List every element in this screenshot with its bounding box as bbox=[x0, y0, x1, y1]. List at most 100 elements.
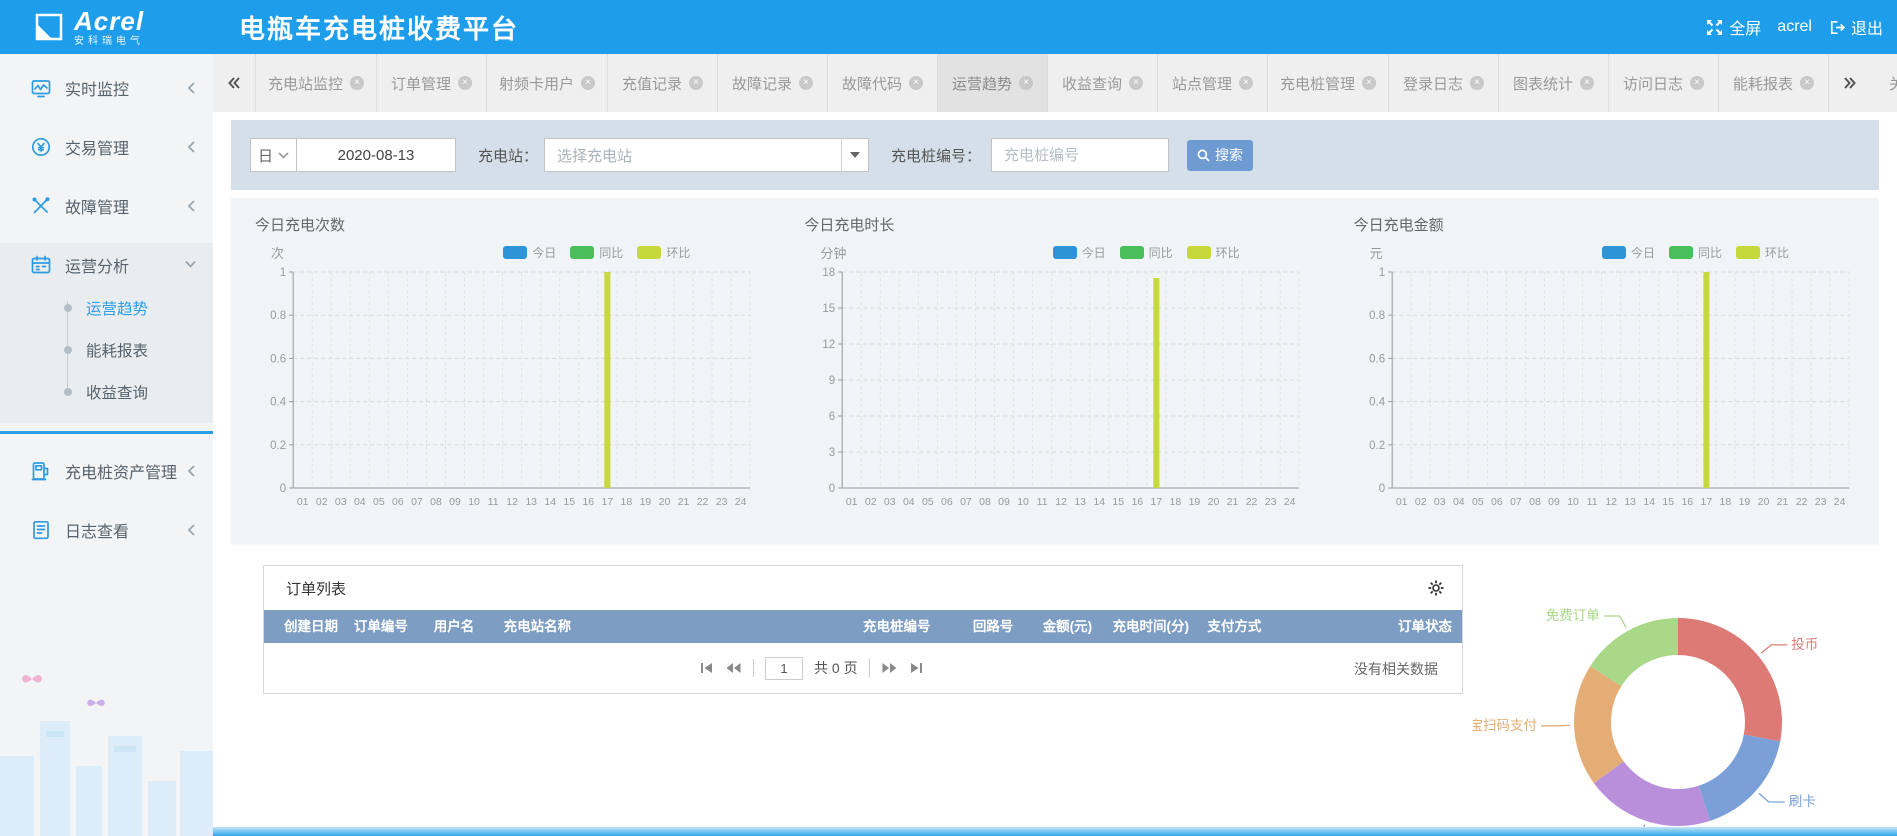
tab-close-icon[interactable]: × bbox=[1239, 76, 1253, 90]
tab-close-icon[interactable]: × bbox=[689, 76, 703, 90]
tab-close-icon[interactable]: × bbox=[350, 76, 364, 90]
sidebar-subitem-3-1[interactable]: 能耗报表 bbox=[0, 329, 213, 371]
svg-text:01: 01 bbox=[1395, 496, 1407, 508]
next-page-button[interactable] bbox=[881, 661, 898, 675]
tab-item-6[interactable]: 运营趋势× bbox=[938, 54, 1048, 112]
svg-text:付宝扫码支付: 付宝扫码支付 bbox=[1473, 718, 1537, 733]
legend-item[interactable]: 环比 bbox=[1187, 244, 1240, 261]
svg-text:21: 21 bbox=[1776, 496, 1788, 508]
double-chevron-right-icon bbox=[1843, 76, 1857, 90]
dropdown-button[interactable] bbox=[841, 139, 868, 171]
fullscreen-button[interactable]: 全屏 bbox=[1706, 15, 1761, 39]
logout-button[interactable]: 退出 bbox=[1828, 15, 1883, 39]
username[interactable]: acrel bbox=[1777, 18, 1812, 36]
donut-plot: 投币刷卡微信扫码支付付宝扫码支付免费订单 bbox=[1473, 589, 1883, 830]
svg-text:23: 23 bbox=[1814, 496, 1826, 508]
sidebar-item-3[interactable]: 运营分析 bbox=[0, 243, 213, 287]
sidebar-item-5[interactable]: 日志查看 bbox=[0, 508, 213, 552]
tab-close-icon[interactable]: × bbox=[799, 76, 813, 90]
sidebar-subitem-label: 运营趋势 bbox=[86, 297, 148, 319]
tabs-scroll-left-button[interactable] bbox=[213, 54, 255, 112]
station-select[interactable]: 选择充电站 bbox=[544, 138, 869, 172]
payment-type-donut-chart: 投币刷卡微信扫码支付付宝扫码支付免费订单 bbox=[1473, 589, 1893, 830]
station-label: 充电站： bbox=[478, 145, 538, 166]
tab-item-13[interactable]: 能耗报表× bbox=[1719, 54, 1829, 112]
svg-text:03: 03 bbox=[884, 496, 896, 508]
tab-close-icon[interactable]: × bbox=[1129, 76, 1143, 90]
tabs-scroll-right-button[interactable] bbox=[1829, 54, 1871, 112]
column-header-6: 金额(元) bbox=[1043, 610, 1113, 643]
svg-text:09: 09 bbox=[449, 496, 461, 508]
svg-text:24: 24 bbox=[735, 496, 747, 508]
pagination: 共 0 页 没有相关数据 bbox=[264, 643, 1462, 693]
tab-close-icon[interactable]: × bbox=[1690, 76, 1704, 90]
svg-text:免费订单: 免费订单 bbox=[1546, 608, 1600, 623]
sidebar-item-1[interactable]: 交易管理 bbox=[0, 125, 213, 169]
tab-label: 收益查询 bbox=[1062, 73, 1122, 94]
legend-item[interactable]: 同比 bbox=[570, 244, 623, 261]
tab-item-5[interactable]: 故障代码× bbox=[828, 54, 938, 112]
tab-item-8[interactable]: 站点管理× bbox=[1158, 54, 1268, 112]
charging-pile-icon bbox=[30, 460, 52, 482]
sidebar-item-4[interactable]: 充电桩资产管理 bbox=[0, 449, 213, 493]
svg-text:04: 04 bbox=[903, 496, 915, 508]
tab-item-0[interactable]: 充电站监控× bbox=[255, 54, 377, 112]
tab-item-2[interactable]: 射频卡用户× bbox=[487, 54, 608, 112]
tab-item-9[interactable]: 充电桩管理× bbox=[1268, 54, 1389, 112]
svg-text:14: 14 bbox=[1094, 496, 1106, 508]
tab-item-10[interactable]: 登录日志× bbox=[1389, 54, 1499, 112]
tab-close-icon[interactable]: × bbox=[1800, 76, 1814, 90]
last-page-button[interactable] bbox=[909, 661, 924, 675]
tab-close-icon[interactable]: × bbox=[1470, 76, 1484, 90]
svg-text:15: 15 bbox=[1662, 496, 1674, 508]
tab-item-7[interactable]: 收益查询 × bbox=[1048, 54, 1158, 112]
sidebar-subitem-3-0[interactable]: 运营趋势 bbox=[0, 287, 213, 329]
search-button[interactable]: 搜索 bbox=[1187, 140, 1253, 171]
tab-item-4[interactable]: 故障记录× bbox=[718, 54, 828, 112]
legend-item[interactable]: 今日 bbox=[503, 244, 556, 261]
tab-label: 访问日志 bbox=[1623, 73, 1683, 94]
tab-close-icon[interactable]: × bbox=[1362, 76, 1376, 90]
tab-close-icon[interactable]: × bbox=[1580, 76, 1594, 90]
sidebar-subitem-3-2[interactable]: 收益查询 bbox=[0, 371, 213, 413]
svg-text:06: 06 bbox=[941, 496, 953, 508]
close-operations-menu[interactable]: 关闭操作 bbox=[1871, 54, 1897, 112]
page-input[interactable] bbox=[765, 657, 803, 680]
legend-item[interactable]: 今日 bbox=[1602, 244, 1655, 261]
station-placeholder: 选择充电站 bbox=[545, 145, 841, 166]
svg-text:03: 03 bbox=[1434, 496, 1446, 508]
tab-label: 图表统计 bbox=[1513, 73, 1573, 94]
tab-item-11[interactable]: 图表统计 × bbox=[1499, 54, 1609, 112]
svg-text:投币: 投币 bbox=[1791, 637, 1818, 652]
divider bbox=[869, 659, 870, 677]
svg-text:13: 13 bbox=[525, 496, 537, 508]
svg-text:02: 02 bbox=[1415, 496, 1427, 508]
legend-item[interactable]: 同比 bbox=[1669, 244, 1722, 261]
fullscreen-icon bbox=[1706, 19, 1723, 36]
legend-item[interactable]: 今日 bbox=[1053, 244, 1106, 261]
tab-close-icon[interactable]: × bbox=[1019, 76, 1033, 90]
svg-text:18: 18 bbox=[1170, 496, 1182, 508]
svg-text:11: 11 bbox=[1586, 496, 1597, 508]
sidebar-item-2[interactable]: 故障管理 bbox=[0, 184, 213, 228]
svg-text:04: 04 bbox=[1453, 496, 1465, 508]
sidebar-item-label: 日志查看 bbox=[65, 518, 129, 542]
date-input[interactable]: 2020-08-13 bbox=[296, 138, 456, 172]
gear-icon[interactable] bbox=[1428, 580, 1444, 596]
period-select[interactable]: 日 bbox=[250, 138, 297, 172]
legend-item[interactable]: 同比 bbox=[1120, 244, 1173, 261]
tab-close-icon[interactable]: × bbox=[458, 76, 472, 90]
previous-page-button[interactable] bbox=[725, 661, 742, 675]
tab-item-1[interactable]: 订单管理× bbox=[377, 54, 487, 112]
tab-close-icon[interactable]: × bbox=[909, 76, 923, 90]
tab-close-icon[interactable]: × bbox=[581, 76, 595, 90]
pile-number-input[interactable] bbox=[991, 138, 1169, 172]
tab-item-12[interactable]: 访问日志 × bbox=[1609, 54, 1719, 112]
svg-text:3: 3 bbox=[829, 447, 835, 459]
sidebar-item-0[interactable]: 实时监控 bbox=[0, 66, 213, 110]
first-page-button[interactable] bbox=[699, 661, 714, 675]
legend-item[interactable]: 环比 bbox=[637, 244, 690, 261]
chart-legend: 今日同比环比 bbox=[1053, 244, 1240, 261]
tab-item-3[interactable]: 充值记录× bbox=[608, 54, 718, 112]
legend-item[interactable]: 环比 bbox=[1736, 244, 1789, 261]
